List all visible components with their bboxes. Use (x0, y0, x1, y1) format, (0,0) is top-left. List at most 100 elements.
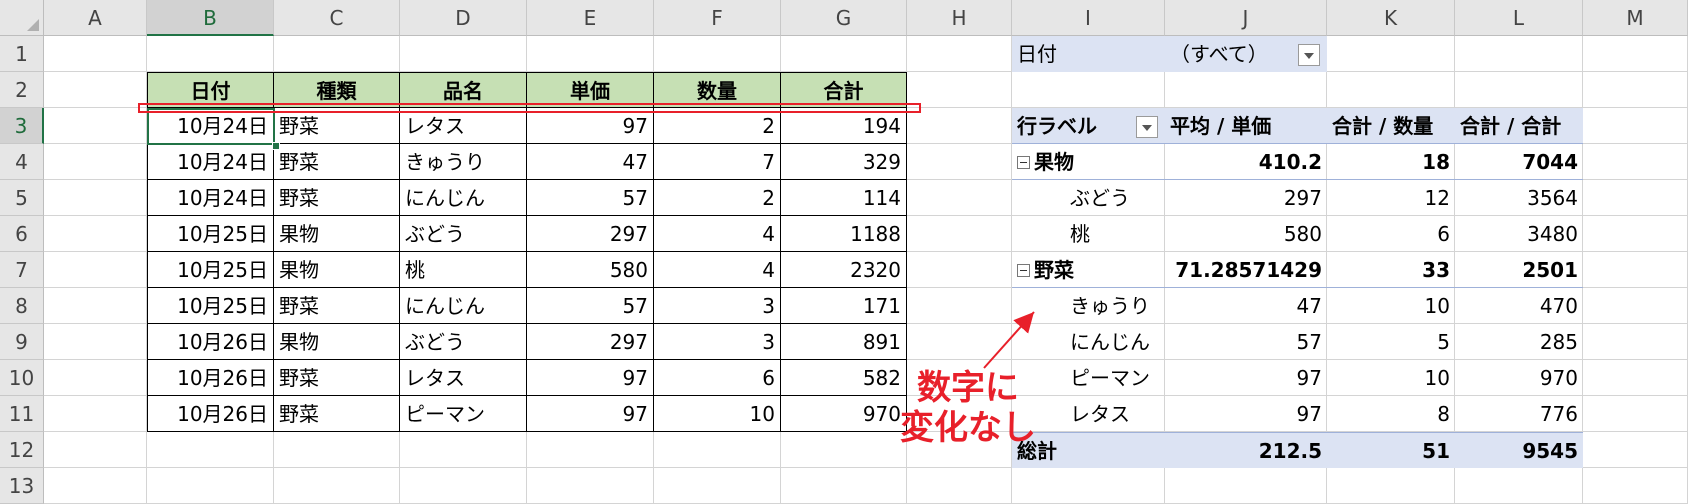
table-cell: 582 (781, 360, 907, 396)
annotation-line-2: 変化なし (900, 408, 1036, 448)
pivot-item-value: 97 (1296, 366, 1322, 390)
table-cell: 10 (654, 396, 781, 432)
table-cell: 10月26日 (147, 396, 274, 432)
pivot-group-value: 18 (1327, 144, 1455, 180)
table-cell: 891 (781, 324, 907, 360)
pivot-item-value: 10 (1424, 294, 1450, 318)
table-cell: 野菜 (274, 108, 400, 144)
row-header-6[interactable]: 6 (0, 216, 44, 252)
table-cell: 97 (527, 360, 654, 396)
column-header-l[interactable]: L (1455, 0, 1583, 36)
pivot-item-value: 776 (1539, 402, 1578, 426)
table-cell: 97 (527, 108, 654, 144)
column-header-c[interactable]: C (274, 0, 400, 36)
pivot-group-value: 7044 (1455, 144, 1583, 180)
column-header-i[interactable]: I (1012, 0, 1165, 36)
row-header-11[interactable]: 11 (0, 396, 44, 432)
collapse-minus-icon[interactable] (1017, 155, 1030, 169)
table-cell: 10月25日 (147, 288, 274, 324)
column-header-g[interactable]: G (781, 0, 907, 36)
pivot-group-label: 野菜 (1034, 258, 1074, 282)
pivot-group-value: 33 (1327, 252, 1455, 288)
table-cell: 970 (781, 396, 907, 432)
row-header-2[interactable]: 2 (0, 72, 44, 108)
table-cell: 194 (781, 108, 907, 144)
pivot-grand-total-value: 212.5 (1165, 432, 1327, 468)
table-cell: 4 (654, 216, 781, 252)
pivot-value-header: 合計 / 数量 (1327, 108, 1455, 144)
pivot-item-value: 470 (1539, 294, 1578, 318)
annotation-line-1: 数字に (917, 368, 1019, 408)
row-header-13[interactable]: 13 (0, 468, 44, 504)
fill-handle[interactable] (272, 142, 280, 150)
table-cell: 10月24日 (147, 144, 274, 180)
row-header-12[interactable]: 12 (0, 432, 44, 468)
table-cell: 果物 (274, 252, 400, 288)
column-header-b[interactable]: B (147, 0, 274, 36)
pivot-item-value: 8 (1437, 402, 1450, 426)
pivot-item-value: 97 (1296, 402, 1322, 426)
pivot-item-value: 6 (1437, 222, 1450, 246)
table-cell: ぶどう (400, 324, 527, 360)
pivot-group-row[interactable]: 果物 (1012, 144, 1165, 180)
collapse-minus-icon[interactable] (1017, 263, 1030, 277)
table-cell: 57 (527, 180, 654, 216)
pivot-filter-label: 日付 (1012, 36, 1165, 72)
table-cell: きゅうり (400, 144, 527, 180)
table-cell: 野菜 (274, 144, 400, 180)
table-cell: 10月25日 (147, 252, 274, 288)
pivot-group-label: 果物 (1034, 150, 1074, 174)
table-cell: 10月24日 (147, 180, 274, 216)
pivot-item-value: 297 (1283, 186, 1322, 210)
column-header-h[interactable]: H (907, 0, 1012, 36)
spreadsheet[interactable]: 日付 種類 品名 単価 数量 合計 10月24日 野菜 レタス 97 2 194 10月24日 野菜 きゅう… (0, 0, 1688, 504)
column-header-d[interactable]: D (400, 0, 527, 36)
row-header-5[interactable]: 5 (0, 180, 44, 216)
pivot-group-row[interactable]: 野菜 (1012, 252, 1165, 288)
pivot-row-label-dropdown-icon[interactable] (1136, 116, 1158, 138)
table-cell: 野菜 (274, 396, 400, 432)
table-cell: 10月26日 (147, 360, 274, 396)
pivot-item-value: 285 (1539, 330, 1578, 354)
table-cell: 桃 (400, 252, 527, 288)
table-cell: 3 (654, 324, 781, 360)
row-header-10[interactable]: 10 (0, 360, 44, 396)
table-cell: 97 (527, 396, 654, 432)
pivot-item-value: 580 (1283, 222, 1322, 246)
table-cell: ピーマン (400, 396, 527, 432)
table-cell: 329 (781, 144, 907, 180)
pivot-item-value: 5 (1437, 330, 1450, 354)
highlight-rectangle (138, 103, 921, 113)
pivot-grand-total-value: 9545 (1455, 432, 1583, 468)
table-cell: 野菜 (274, 360, 400, 396)
table-cell: 6 (654, 360, 781, 396)
pivot-group-value: 71.28571429 (1165, 252, 1327, 288)
row-header-1[interactable]: 1 (0, 36, 44, 72)
table-cell: ぶどう (400, 216, 527, 252)
column-header-j[interactable]: J (1165, 0, 1327, 36)
column-header-f[interactable]: F (654, 0, 781, 36)
pivot-group-value: 2501 (1455, 252, 1583, 288)
pivot-filter-dropdown-icon[interactable] (1298, 44, 1320, 66)
table-cell: レタス (400, 360, 527, 396)
pivot-item-label: きゅうり (1070, 294, 1150, 318)
row-header-9[interactable]: 9 (0, 324, 44, 360)
pivot-item-value: 57 (1296, 330, 1322, 354)
table-cell: レタス (400, 108, 527, 144)
table-cell: 4 (654, 252, 781, 288)
column-header-e[interactable]: E (527, 0, 654, 36)
row-header-3[interactable]: 3 (0, 108, 44, 144)
pivot-item-value: 3564 (1527, 186, 1578, 210)
table-cell: 10月24日 (147, 108, 274, 144)
select-all-corner[interactable] (0, 0, 44, 36)
table-cell: 47 (527, 144, 654, 180)
row-header-7[interactable]: 7 (0, 252, 44, 288)
table-cell: 2320 (781, 252, 907, 288)
column-header-m[interactable]: M (1583, 0, 1688, 36)
row-header-8[interactable]: 8 (0, 288, 44, 324)
pivot-item-value: 47 (1296, 294, 1322, 318)
column-header-a[interactable]: A (44, 0, 147, 36)
table-cell: 10月26日 (147, 324, 274, 360)
column-header-k[interactable]: K (1327, 0, 1455, 36)
row-header-4[interactable]: 4 (0, 144, 44, 180)
